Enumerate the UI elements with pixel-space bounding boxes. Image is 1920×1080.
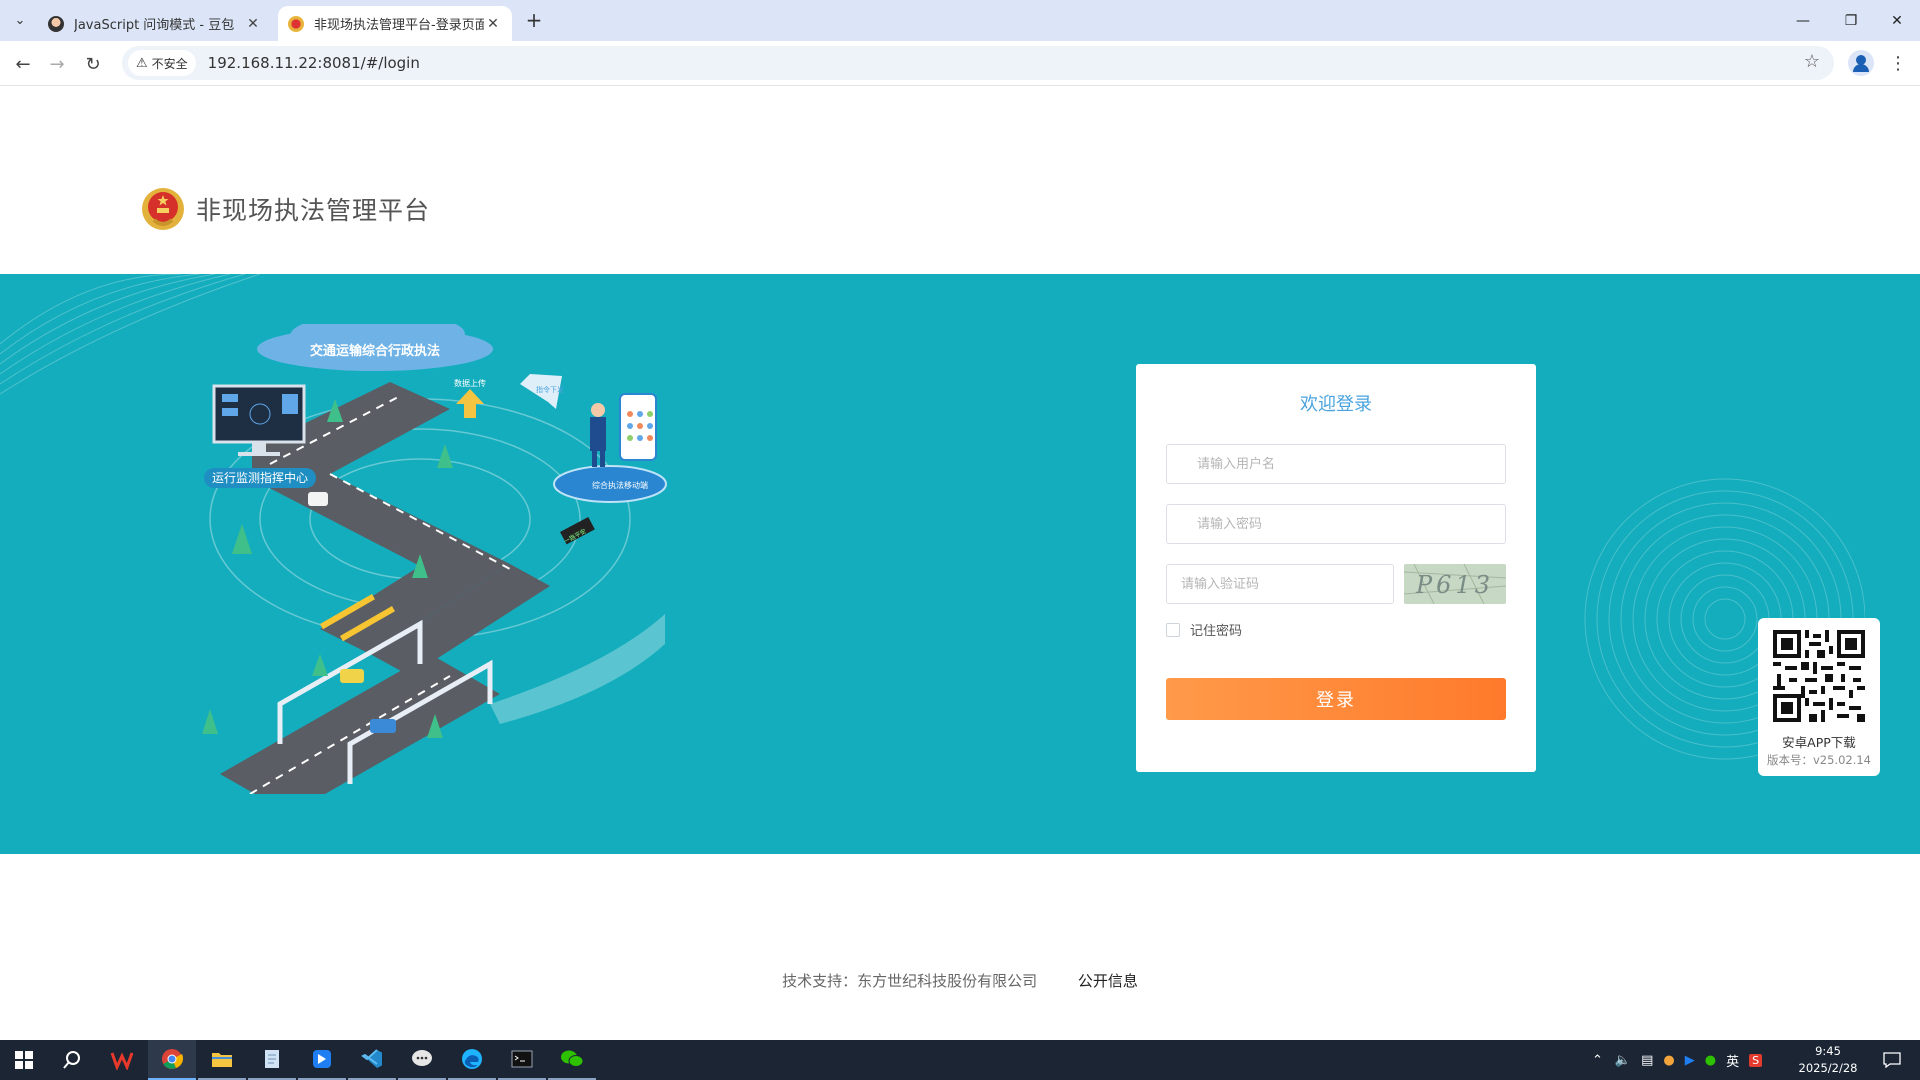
tab-doubao[interactable]: JavaScript 问询模式 - 豆包 ✕ [38,6,272,41]
minimize-icon[interactable]: — [1780,0,1826,41]
notepad-icon[interactable] [248,1040,296,1080]
vscode-icon[interactable] [348,1040,396,1080]
tab-strip: ⌄ JavaScript 问询模式 - 豆包 ✕ 非现场执法管理平台-登录页面 … [0,0,1920,41]
forward-icon[interactable]: → [42,49,72,79]
terminal-icon[interactable] [498,1040,546,1080]
username-input[interactable] [1166,444,1506,484]
url-text[interactable]: 192.168.11.22:8081/#/login [208,54,420,72]
upload-label: 数据上传 [454,378,486,388]
wechat-icon[interactable] [548,1040,596,1080]
sogou-icon[interactable]: S [1749,1053,1763,1067]
system-tray: ⌃ 🔈 ▤ ● ▶ ● 英 S [1592,1040,1772,1080]
cloud-label: 交通运输综合行政执法 [310,343,440,359]
ime-indicator[interactable]: 英 [1726,1051,1739,1070]
tab-title: 非现场执法管理平台-登录页面 [314,18,484,33]
file-explorer-icon[interactable] [198,1040,246,1080]
close-icon[interactable]: ✕ [1874,0,1920,41]
edge-icon[interactable] [448,1040,496,1080]
tech-support-text: 技术支持：东方世纪科技股份有限公司 [782,972,1038,990]
android-download-label: 安卓APP下载 [1782,735,1856,750]
login-button[interactable]: 登录 [1166,678,1506,720]
mobile-label: 综合执法移动端 [592,480,648,490]
truck-white [308,492,328,506]
platform-title: 非现场执法管理平台 [196,196,431,225]
network-icon[interactable]: ▤ [1641,1053,1653,1068]
emblem-favicon-icon [288,15,304,32]
captcha-input[interactable] [1166,564,1394,604]
browser-chrome: ⌄ JavaScript 问询模式 - 豆包 ✕ 非现场执法管理平台-登录页面 … [0,0,1920,86]
qr-code-image[interactable] [1773,630,1865,722]
remember-password[interactable]: 记住密码 [1166,620,1242,639]
restore-icon[interactable]: ❐ [1828,0,1874,41]
tab-close-icon[interactable]: ✕ [244,16,262,32]
wps-icon[interactable] [98,1040,146,1080]
chat-icon[interactable] [398,1040,446,1080]
wechat-tray-icon[interactable]: ● [1705,1053,1716,1068]
hero-banner: 交通运输综合行政执法 运行监测指挥中心 数据上传 指令下发 综合执法移动端 一路… [0,274,1920,854]
page-footer: 技术支持：东方世纪科技股份有限公司 公开信息 [0,970,1920,991]
clock-date: 2025/2/28 [1798,1061,1858,1075]
login-card: 欢迎登录 P613 记住密码 登录 [1136,364,1536,772]
warning-icon: ⚠ [136,55,148,71]
security-chip[interactable]: ⚠ 不安全 [128,50,196,76]
monitor-label: 运行监测指挥中心 [212,470,308,485]
reload-icon[interactable]: ↻ [78,49,108,79]
windows-taskbar: ⌃ 🔈 ▤ ● ▶ ● 英 S 9:45 2025/2/28 [0,1040,1920,1080]
remember-label: 记住密码 [1190,624,1243,639]
tab-title: JavaScript 问询模式 - 豆包 [74,18,235,33]
remember-checkbox[interactable] [1166,622,1180,637]
clock-time: 9:45 [1815,1044,1841,1058]
brand-header: 非现场执法管理平台 [140,186,430,232]
national-emblem-logo [142,188,184,230]
browser-toolbar: ← → ↻ ⚠ 不安全 192.168.11.22:8081/#/login ☆… [0,41,1920,86]
tab-close-icon[interactable]: ✕ [484,16,502,32]
system-clock[interactable]: 9:45 2025/2/28 [1796,1043,1860,1077]
password-input[interactable] [1166,504,1506,544]
captcha-text: P613 [1415,571,1494,599]
app-download-card: 安卓APP下载 版本号：v25.02.14 [1758,618,1880,776]
security-label: 不安全 [151,56,188,71]
dispatch-label: 指令下发 [536,385,564,394]
notification-icon[interactable] [1872,1040,1912,1080]
feishu-tray-icon[interactable]: ▶ [1685,1053,1695,1068]
tab-search-icon[interactable]: ⌄ [6,8,34,32]
login-page: 非现场执法管理平台 交通运输综合行政执法 运行监测指挥中心 数据上传 指令下发 … [0,86,1920,1040]
address-bar[interactable]: ⚠ 不安全 192.168.11.22:8081/#/login ☆ [122,46,1834,80]
qq-icon[interactable]: ● [1663,1053,1674,1068]
back-icon[interactable]: ← [8,49,38,79]
version-label: 版本号：v25.02.14 [1766,753,1872,767]
menu-kebab-icon[interactable]: ⋮ [1886,49,1910,79]
public-info-link[interactable]: 公开信息 [1078,972,1138,990]
feishu-icon[interactable] [298,1040,346,1080]
captcha-image[interactable]: P613 [1404,564,1506,604]
tab-login-page[interactable]: 非现场执法管理平台-登录页面 ✕ [278,6,512,41]
bookmark-star-icon[interactable]: ☆ [1804,51,1820,72]
road-enforcement-illustration: 交通运输综合行政执法 运行监测指挥中心 数据上传 指令下发 综合执法移动端 一路… [202,324,667,794]
profile-icon[interactable] [1848,50,1874,76]
doubao-favicon-icon [48,15,64,32]
start-icon[interactable] [0,1040,48,1080]
tray-expand-icon[interactable]: ⌃ [1592,1053,1603,1068]
welcome-title: 欢迎登录 [1300,394,1372,415]
chrome-icon[interactable] [148,1040,196,1080]
volume-icon[interactable]: 🔈 [1615,1053,1631,1068]
new-tab-icon[interactable]: + [520,8,548,32]
search-icon[interactable] [48,1040,96,1080]
